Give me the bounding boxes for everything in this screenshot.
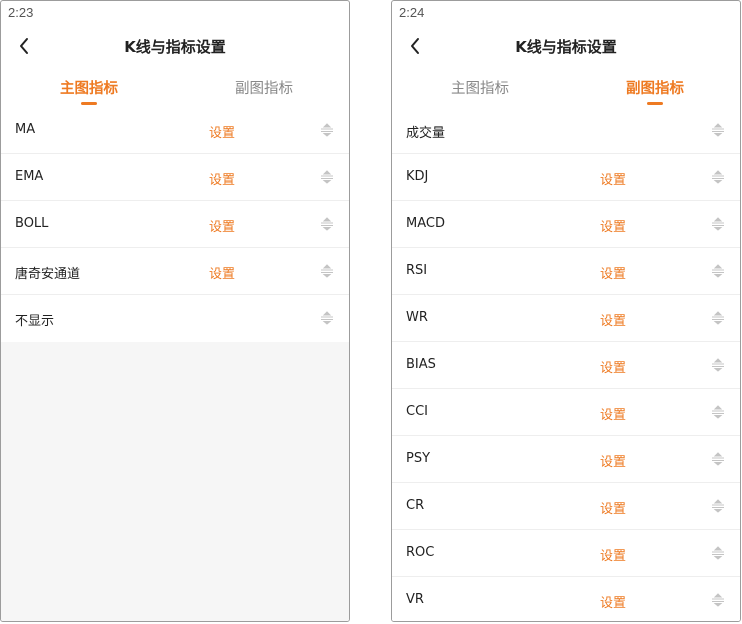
indicator-name: KDJ bbox=[406, 169, 429, 184]
settings-link[interactable]: 设置 bbox=[209, 216, 235, 235]
list-item: ROC 设置 bbox=[392, 530, 740, 577]
screenshot-stage: 2:23 K线与指标设置 主图指标 副图指标 MA 设置 EMA 设置 BOLL… bbox=[0, 0, 742, 624]
list-item: EMA 设置 bbox=[1, 154, 349, 201]
page-title: K线与指标设置 bbox=[515, 38, 617, 56]
drag-handle-icon[interactable] bbox=[320, 170, 334, 184]
indicator-name: PSY bbox=[406, 451, 431, 466]
drag-handle-icon[interactable] bbox=[711, 358, 725, 372]
active-tab-underline bbox=[81, 102, 97, 105]
tab-sub-indicators[interactable]: 副图指标 bbox=[189, 77, 339, 107]
list-item: WR 设置 bbox=[392, 295, 740, 342]
indicator-name: MA bbox=[15, 122, 36, 137]
indicator-name: EMA bbox=[15, 169, 44, 184]
settings-link[interactable]: 设置 bbox=[600, 169, 626, 188]
phone-screen-sub-indicators: 2:24 K线与指标设置 主图指标 副图指标 成交量 KDJ 设置 MACD 设… bbox=[391, 0, 741, 622]
drag-handle-icon[interactable] bbox=[711, 499, 725, 513]
indicator-name: CCI bbox=[406, 404, 428, 419]
settings-link[interactable]: 设置 bbox=[600, 216, 626, 235]
tab-main-indicators[interactable]: 主图指标 bbox=[14, 77, 164, 107]
drag-handle-icon[interactable] bbox=[711, 405, 725, 419]
drag-handle-icon[interactable] bbox=[711, 170, 725, 184]
drag-handle-icon[interactable] bbox=[711, 546, 725, 560]
list-item: MA 设置 bbox=[1, 107, 349, 154]
nav-header: K线与指标设置 bbox=[1, 27, 349, 65]
tab-label: 主图指标 bbox=[60, 81, 118, 97]
list-item: 唐奇安通道 设置 bbox=[1, 248, 349, 295]
settings-link[interactable]: 设置 bbox=[600, 592, 626, 611]
status-time: 2:24 bbox=[399, 5, 425, 20]
tab-label: 主图指标 bbox=[451, 81, 509, 97]
settings-link[interactable]: 设置 bbox=[600, 451, 626, 470]
tab-label: 副图指标 bbox=[235, 81, 293, 97]
list-item: CR 设置 bbox=[392, 483, 740, 530]
settings-link[interactable]: 设置 bbox=[209, 263, 235, 282]
indicator-name: MACD bbox=[406, 216, 445, 231]
settings-link[interactable]: 设置 bbox=[600, 498, 626, 517]
settings-link[interactable]: 设置 bbox=[209, 122, 235, 141]
drag-handle-icon[interactable] bbox=[711, 311, 725, 325]
page-title: K线与指标设置 bbox=[124, 38, 226, 56]
settings-link[interactable]: 设置 bbox=[600, 310, 626, 329]
tab-sub-indicators[interactable]: 副图指标 bbox=[580, 77, 730, 107]
drag-handle-icon[interactable] bbox=[711, 452, 725, 466]
drag-handle-icon[interactable] bbox=[711, 593, 725, 607]
phone-screen-main-indicators: 2:23 K线与指标设置 主图指标 副图指标 MA 设置 EMA 设置 BOLL… bbox=[0, 0, 350, 622]
list-item: BOLL 设置 bbox=[1, 201, 349, 248]
indicator-name: BIAS bbox=[406, 357, 436, 372]
list-item: 不显示 bbox=[1, 295, 349, 342]
settings-link[interactable]: 设置 bbox=[600, 545, 626, 564]
list-item: KDJ 设置 bbox=[392, 154, 740, 201]
tab-main-indicators[interactable]: 主图指标 bbox=[405, 77, 555, 107]
settings-link[interactable]: 设置 bbox=[600, 404, 626, 423]
indicator-list: 成交量 KDJ 设置 MACD 设置 RSI 设置 WR 设置 BIAS 设置 … bbox=[392, 107, 740, 621]
indicator-name: WR bbox=[406, 310, 428, 325]
empty-background bbox=[1, 342, 349, 621]
settings-link[interactable]: 设置 bbox=[600, 263, 626, 282]
list-item: BIAS 设置 bbox=[392, 342, 740, 389]
settings-link[interactable]: 设置 bbox=[600, 357, 626, 376]
list-item: CCI 设置 bbox=[392, 389, 740, 436]
active-tab-underline bbox=[647, 102, 663, 105]
drag-handle-icon[interactable] bbox=[711, 123, 725, 137]
drag-handle-icon[interactable] bbox=[320, 311, 334, 325]
indicator-name: RSI bbox=[406, 263, 428, 278]
list-item: 成交量 bbox=[392, 107, 740, 154]
drag-handle-icon[interactable] bbox=[711, 264, 725, 278]
indicator-name: ROC bbox=[406, 545, 435, 560]
list-item: PSY 设置 bbox=[392, 436, 740, 483]
drag-handle-icon[interactable] bbox=[320, 264, 334, 278]
drag-handle-icon[interactable] bbox=[320, 123, 334, 137]
indicator-name: CR bbox=[406, 498, 425, 513]
indicator-name: 唐奇安通道 bbox=[15, 267, 81, 282]
indicator-list: MA 设置 EMA 设置 BOLL 设置 唐奇安通道 设置 不显示 bbox=[1, 107, 349, 342]
status-time: 2:23 bbox=[8, 5, 34, 20]
list-item: MACD 设置 bbox=[392, 201, 740, 248]
indicator-tabs: 主图指标 副图指标 bbox=[1, 71, 349, 107]
tab-label: 副图指标 bbox=[626, 81, 684, 97]
list-item: VR 设置 bbox=[392, 577, 740, 621]
list-item: RSI 设置 bbox=[392, 248, 740, 295]
indicator-name: 成交量 bbox=[406, 126, 446, 141]
indicator-tabs: 主图指标 副图指标 bbox=[392, 71, 740, 107]
drag-handle-icon[interactable] bbox=[320, 217, 334, 231]
indicator-name: 不显示 bbox=[15, 314, 55, 329]
nav-header: K线与指标设置 bbox=[392, 27, 740, 65]
drag-handle-icon[interactable] bbox=[711, 217, 725, 231]
indicator-name: BOLL bbox=[15, 216, 49, 231]
indicator-name: VR bbox=[406, 592, 424, 607]
settings-link[interactable]: 设置 bbox=[209, 169, 235, 188]
